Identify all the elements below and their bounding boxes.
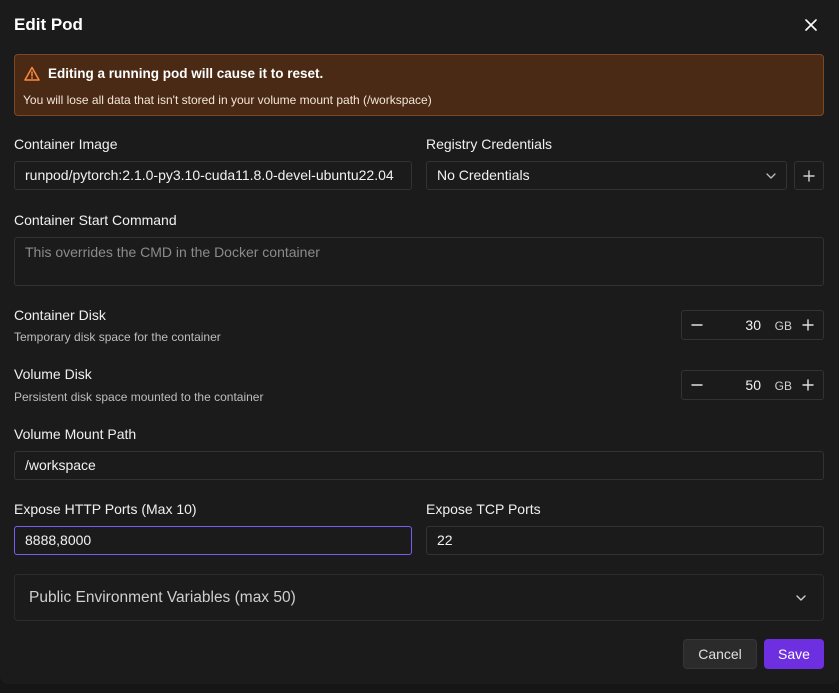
decrement-button[interactable] <box>690 378 704 392</box>
plus-icon <box>803 169 815 182</box>
decrement-button[interactable] <box>690 318 704 332</box>
reset-warning-banner: Editing a running pod will cause it to r… <box>14 54 824 116</box>
warning-title: Editing a running pod will cause it to r… <box>48 66 324 81</box>
volume-disk-unit: GB <box>774 379 792 393</box>
tcp-ports-input[interactable]: 22 <box>426 526 824 555</box>
container-disk-value[interactable]: 30 <box>745 317 761 333</box>
dialog-header: Edit Pod <box>14 14 825 38</box>
edit-pod-dialog: Edit Pod Editing a running pod will caus… <box>0 0 839 684</box>
warning-triangle-icon <box>24 66 40 81</box>
container-disk-label: Container Disk <box>14 307 106 323</box>
chevron-down-icon <box>766 172 776 179</box>
start-command-label: Container Start Command <box>14 212 177 228</box>
increment-button[interactable] <box>801 378 815 392</box>
volume-disk-stepper: 50 GB <box>681 370 824 400</box>
container-disk-description: Temporary disk space for the container <box>14 330 221 344</box>
volume-disk-value[interactable]: 50 <box>745 377 761 393</box>
http-ports-input[interactable]: 8888,8000 <box>14 526 412 555</box>
cancel-button[interactable]: Cancel <box>683 639 757 669</box>
container-disk-unit: GB <box>774 319 792 333</box>
container-image-label: Container Image <box>14 136 118 152</box>
container-disk-stepper: 30 GB <box>681 310 824 340</box>
dialog-title: Edit Pod <box>14 15 83 34</box>
container-image-input[interactable]: runpod/pytorch:2.1.0-py3.10-cuda11.8.0-d… <box>14 161 412 190</box>
add-credential-button[interactable] <box>794 161 824 190</box>
http-ports-label: Expose HTTP Ports (Max 10) <box>14 501 197 517</box>
registry-credentials-select[interactable]: No Credentials <box>426 161 787 190</box>
env-vars-accordion[interactable]: Public Environment Variables (max 50) <box>14 574 824 621</box>
volume-mount-path-input[interactable]: /workspace <box>14 451 824 480</box>
increment-button[interactable] <box>801 318 815 332</box>
volume-disk-description: Persistent disk space mounted to the con… <box>14 390 264 404</box>
warning-text: You will lose all data that isn't stored… <box>23 93 432 107</box>
start-command-textarea[interactable]: This overrides the CMD in the Docker con… <box>14 237 824 286</box>
chevron-down-icon <box>796 595 806 601</box>
registry-credentials-value: No Credentials <box>437 167 530 183</box>
env-vars-label: Public Environment Variables (max 50) <box>29 589 296 606</box>
registry-credentials-label: Registry Credentials <box>426 136 553 152</box>
close-icon <box>805 19 817 31</box>
volume-disk-label: Volume Disk <box>14 366 92 382</box>
volume-mount-path-label: Volume Mount Path <box>14 426 137 442</box>
close-button[interactable] <box>803 17 819 33</box>
tcp-ports-label: Expose TCP Ports <box>426 501 541 517</box>
save-button[interactable]: Save <box>764 639 824 669</box>
